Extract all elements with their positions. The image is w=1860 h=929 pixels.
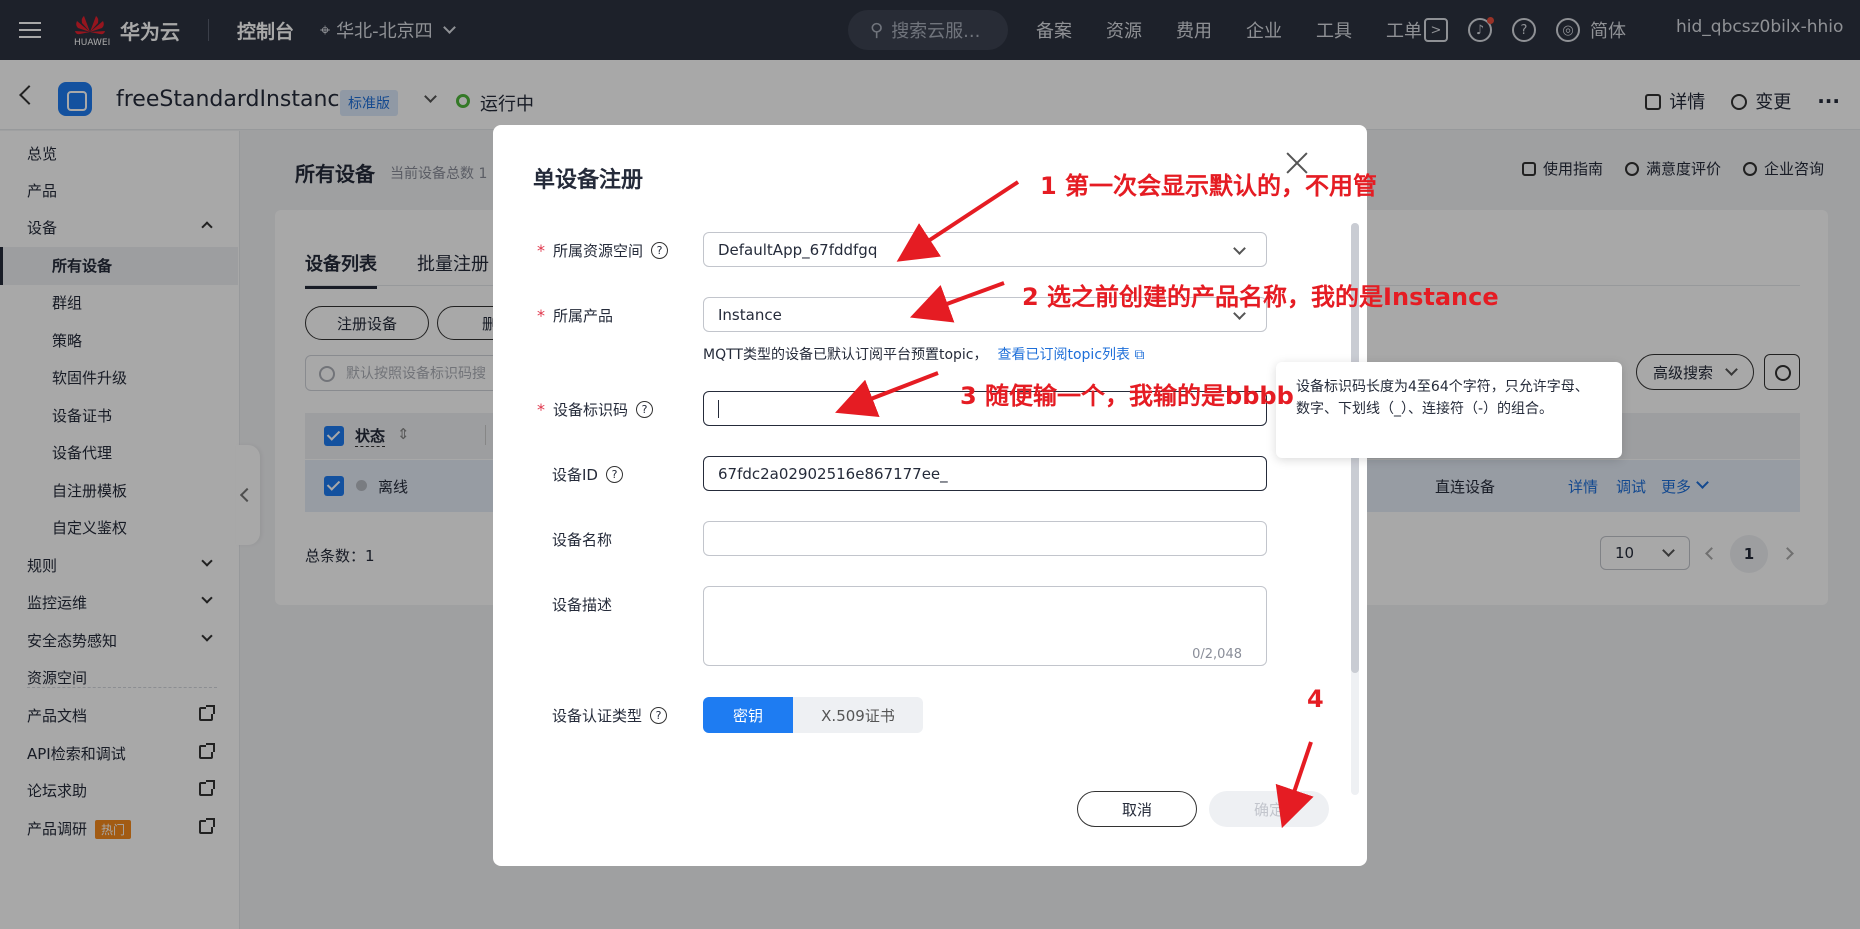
description-label-text: 设备描述 [552, 596, 613, 614]
char-counter: 0/2,048 [1192, 647, 1242, 662]
node-id-tooltip: 设备标识码长度为4至64个字符，只允许字母、数字、下划线（_）、连接符（-）的组… [1276, 362, 1622, 458]
description-label: 设备描述 [552, 594, 612, 615]
confirm-button[interactable]: 确定 [1209, 791, 1329, 827]
modal-title: 单设备注册 [533, 168, 644, 193]
annotation-1: 1 第一次会显示默认的，不用管 [1040, 172, 1378, 200]
node-id-label: * 设备标识码 ? [537, 399, 654, 420]
topic-list-link[interactable]: 查看已订阅topic列表 ⧉ [997, 344, 1144, 364]
topic-link-label: 查看已订阅topic列表 [997, 347, 1131, 363]
device-id-label-text: 设备ID [552, 466, 598, 484]
device-id-value: 67fdc2a02902516e867177ee_ [718, 464, 948, 483]
resource-space-select[interactable]: DefaultApp_67fddfgq [703, 232, 1267, 267]
device-id-input[interactable]: 67fdc2a02902516e867177ee_ [703, 456, 1267, 491]
register-device-modal: 单设备注册 * 所属资源空间 ? DefaultApp_67fddfgq * 所… [493, 125, 1367, 866]
resource-space-label-text: 所属资源空间 [553, 242, 644, 260]
external-link-icon: ⧉ [1134, 347, 1145, 363]
required-mark: * [537, 400, 545, 419]
device-name-input[interactable] [703, 521, 1267, 556]
device-name-label: 设备名称 [552, 529, 612, 550]
topic-hint: MQTT类型的设备已默认订阅平台预置topic， 查看已订阅topic列表 ⧉ [703, 344, 1144, 364]
annotation-2: 2 选之前创建的产品名称，我的是Instance [1022, 283, 1499, 311]
help-icon[interactable]: ? [636, 401, 654, 418]
auth-secret-option[interactable]: 密钥 [703, 697, 793, 733]
text-cursor [718, 399, 719, 418]
annotation-4: 4 [1307, 685, 1324, 713]
hint-text: MQTT类型的设备已默认订阅平台预置topic， [703, 347, 988, 363]
cancel-button[interactable]: 取消 [1077, 791, 1197, 827]
annotation-3: 3 随便输一个，我输的是bbbb [960, 382, 1294, 410]
required-mark: * [537, 241, 545, 260]
product-label: * 所属产品 [537, 305, 613, 326]
required-mark: * [537, 306, 545, 325]
help-icon[interactable]: ? [650, 707, 668, 724]
product-label-text: 所属产品 [553, 307, 614, 325]
device-name-label-text: 设备名称 [552, 531, 613, 549]
description-textarea[interactable]: 0/2,048 [703, 586, 1267, 666]
chevron-down-icon [1233, 242, 1246, 255]
resource-space-label: * 所属资源空间 ? [537, 240, 669, 261]
resource-space-value: DefaultApp_67fddfgq [718, 240, 878, 259]
auth-type-label-text: 设备认证类型 [552, 707, 643, 725]
help-icon[interactable]: ? [605, 466, 623, 483]
help-icon[interactable]: ? [651, 242, 669, 259]
device-id-label: 设备ID ? [552, 464, 623, 485]
auth-type-label: 设备认证类型 ? [552, 705, 668, 726]
auth-x509-option[interactable]: X.509证书 [793, 697, 923, 733]
node-id-label-text: 设备标识码 [553, 401, 629, 419]
product-value: Instance [718, 305, 782, 324]
